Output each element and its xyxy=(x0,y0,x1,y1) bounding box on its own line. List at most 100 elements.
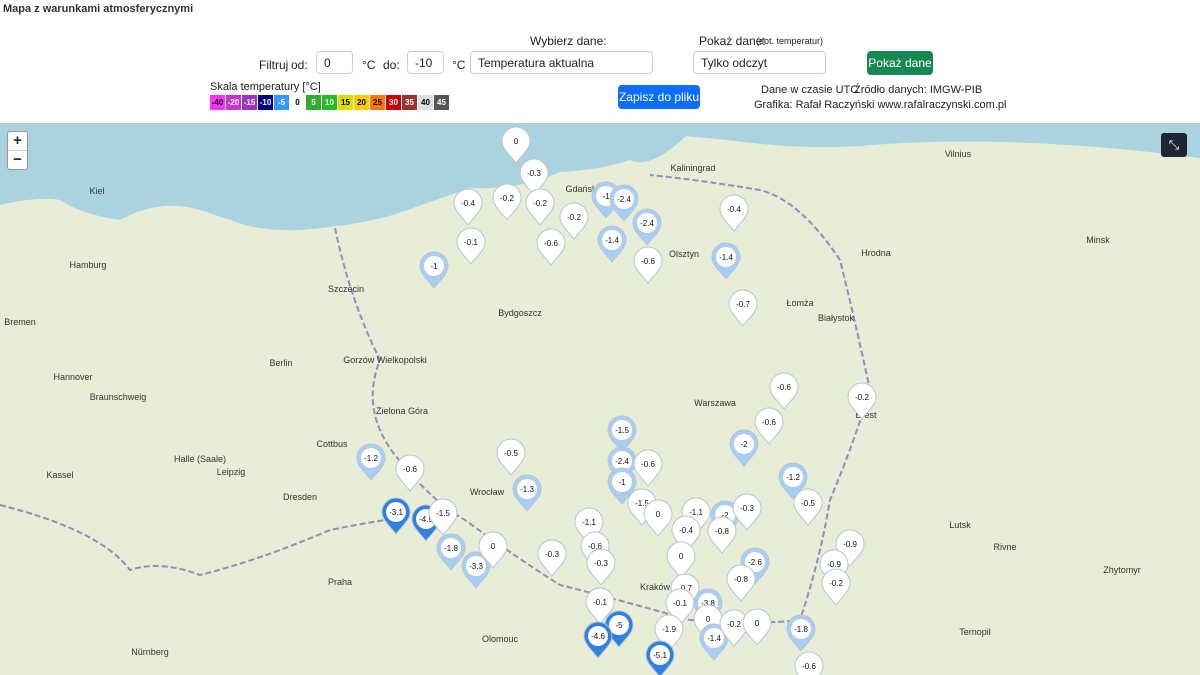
zoom-out-button[interactable]: − xyxy=(8,150,27,169)
scale-chip: -15 xyxy=(242,95,257,110)
marker-value: -0.1 xyxy=(464,238,478,247)
marker-value: -2.4 xyxy=(617,195,631,204)
temperature-marker[interactable]: -5.1 xyxy=(645,640,675,675)
marker-value: -0.3 xyxy=(545,550,559,559)
temperature-marker[interactable]: -0.3 xyxy=(732,493,762,531)
marker-value: -5.1 xyxy=(653,651,667,660)
city-label: Braunschweig xyxy=(90,392,147,402)
temperature-marker[interactable]: -0.3 xyxy=(586,548,616,586)
temperature-marker[interactable]: -3.1 xyxy=(381,497,411,535)
fullscreen-icon[interactable]: ⤡ xyxy=(1161,133,1187,157)
city-label: Warszawa xyxy=(694,398,736,408)
temperature-marker[interactable]: 0 xyxy=(666,541,696,579)
temperature-markers: 0 -0.3 -0.4 -0.2 -0.2 -0.2 -1 -2.4 -2.4 -1.4 -0.6 -… xyxy=(356,126,877,675)
temp-to-input[interactable]: -10 xyxy=(407,51,444,74)
temperature-marker[interactable]: -0.6 xyxy=(794,651,824,675)
marker-value: -1.9 xyxy=(662,625,676,634)
source-info: Źródło danych: IMGW-PIB xyxy=(854,84,983,96)
marker-value: -1.3 xyxy=(520,485,534,494)
temperature-marker[interactable]: -1 xyxy=(419,251,449,289)
marker-value: -0.6 xyxy=(802,662,816,671)
show-data-note: (dot. temperatur) xyxy=(756,36,824,46)
city-label: Bydgoszcz xyxy=(498,308,542,318)
marker-value: -1.2 xyxy=(364,454,378,463)
marker-value: -1.1 xyxy=(689,508,703,517)
temperature-marker[interactable]: -2.4 xyxy=(609,184,639,222)
marker-value: -1.2 xyxy=(786,473,800,482)
marker-value: -1.4 xyxy=(707,634,721,643)
page-title: Mapa z warunkami atmosferycznymi xyxy=(3,3,194,15)
marker-value: -0.7 xyxy=(736,300,750,309)
marker-value: -2 xyxy=(740,440,748,449)
temperature-marker[interactable]: 0 xyxy=(643,499,673,537)
temperature-marker[interactable]: 0 xyxy=(742,608,772,646)
temperature-marker[interactable]: -0.2 xyxy=(525,188,555,226)
temperature-marker[interactable]: -2 xyxy=(729,429,759,467)
temperature-marker[interactable]: -0.4 xyxy=(719,194,749,232)
zoom-in-button[interactable]: + xyxy=(8,132,27,150)
temperature-marker[interactable]: -0.3 xyxy=(537,539,567,577)
save-to-file-button[interactable]: Zapisz do pliku xyxy=(618,85,700,109)
marker-value: -0.2 xyxy=(727,620,741,629)
city-label: Kassel xyxy=(46,470,73,480)
marker-value: -4.6 xyxy=(591,632,605,641)
temperature-marker[interactable]: -0.2 xyxy=(559,202,589,240)
temperature-marker[interactable]: -0.5 xyxy=(793,488,823,526)
temperature-marker[interactable]: -0.6 xyxy=(395,454,425,492)
temperature-marker[interactable]: -1.2 xyxy=(356,443,386,481)
scale-chip: 20 xyxy=(354,95,369,110)
marker-value: -0.5 xyxy=(801,499,815,508)
marker-value: -5 xyxy=(615,621,623,630)
temperature-marker[interactable]: -1.4 xyxy=(597,225,627,263)
data-type-select[interactable]: Temperatura aktualna xyxy=(470,51,653,74)
city-label: Kraków xyxy=(640,582,671,592)
marker-value: -0.6 xyxy=(777,383,791,392)
temperature-marker[interactable]: -1.3 xyxy=(512,474,542,512)
temperature-marker[interactable]: -0.6 xyxy=(633,246,663,284)
temperature-marker[interactable]: -0.8 xyxy=(726,564,756,602)
temperature-marker[interactable]: -4.6 xyxy=(583,621,613,659)
temperature-marker[interactable]: -0.8 xyxy=(707,516,737,554)
temperature-marker[interactable]: -2.4 xyxy=(632,208,662,246)
city-label: Gorzów Wielkopolski xyxy=(343,355,427,365)
city-label: Cottbus xyxy=(316,439,348,449)
marker-value: -0.4 xyxy=(461,199,475,208)
marker-value: 0 xyxy=(656,510,661,519)
marker-value: -0.2 xyxy=(500,194,514,203)
city-label: Rivne xyxy=(993,542,1016,552)
temperature-marker[interactable]: -1.4 xyxy=(711,242,741,280)
city-label: Minsk xyxy=(1086,235,1110,245)
marker-value: -1.5 xyxy=(436,509,450,518)
zoom-control: + − xyxy=(7,131,28,170)
scale-chip: 45 xyxy=(434,95,449,110)
temp-from-input[interactable]: 0 xyxy=(316,51,353,74)
temperature-marker[interactable]: -1.8 xyxy=(786,614,816,652)
weather-map[interactable]: Kiel Hamburg Bremen Hannover Braunschweig Szc… xyxy=(0,123,1200,675)
city-label: Kiel xyxy=(89,186,104,196)
city-label: Berlin xyxy=(269,358,292,368)
temperature-marker[interactable]: -0.2 xyxy=(821,568,851,606)
city-label: Leipzig xyxy=(217,467,246,477)
marker-value: -0.9 xyxy=(827,560,841,569)
marker-value: 0 xyxy=(755,619,760,628)
choose-data-label: Wybierz dane: xyxy=(530,34,607,48)
temperature-marker[interactable]: -0.1 xyxy=(456,227,486,265)
temperature-marker[interactable]: -0.6 xyxy=(754,407,784,445)
marker-value: -0.4 xyxy=(679,526,693,535)
city-label: Olsztyn xyxy=(669,249,699,259)
temperature-marker[interactable]: -0.6 xyxy=(769,372,799,410)
temperature-marker[interactable]: -0.6 xyxy=(633,449,663,487)
temperature-marker[interactable]: -0.2 xyxy=(492,183,522,221)
temperature-marker[interactable]: -1.8 xyxy=(436,533,466,571)
marker-value: 0 xyxy=(514,137,519,146)
city-label: Wrocław xyxy=(470,487,505,497)
temperature-marker[interactable]: -0.6 xyxy=(536,228,566,266)
display-mode-select[interactable]: Tylko odczyt xyxy=(693,51,826,74)
temperature-marker[interactable]: -0.4 xyxy=(453,188,483,226)
temperature-marker[interactable]: -0.7 xyxy=(728,289,758,327)
marker-value: -3.3 xyxy=(469,562,483,571)
scale-chip: 25 xyxy=(370,95,385,110)
temperature-marker[interactable]: -0.5 xyxy=(496,438,526,476)
show-data-button[interactable]: Pokaż dane xyxy=(867,51,933,75)
city-label: Ternopil xyxy=(959,627,991,637)
